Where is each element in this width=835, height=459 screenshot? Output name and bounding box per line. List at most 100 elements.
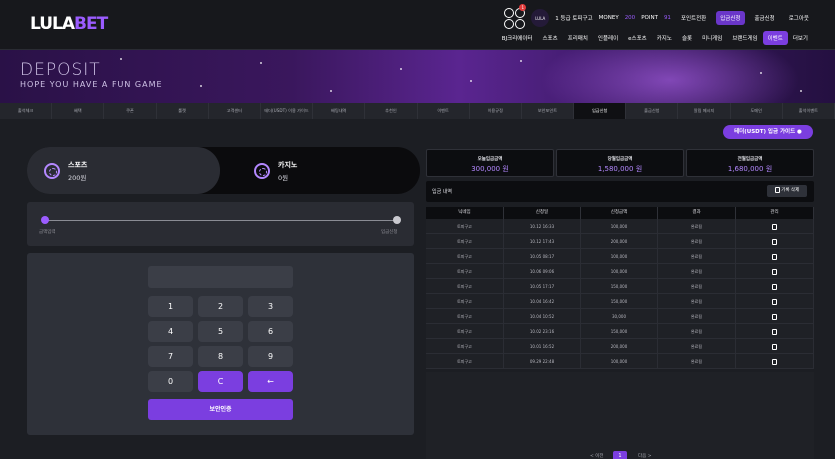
top-bar: 1 LULA 1 등급 토피구고 MONEY 200 POINT 91 포인트전…: [504, 3, 813, 29]
nav-brandgame[interactable]: 브랜드게임: [727, 31, 762, 45]
table-row: 토피구고 10.01 16:52 200,000 완료됨: [426, 339, 814, 354]
subnav-item[interactable]: 룰렛: [157, 103, 209, 119]
key-4[interactable]: 4: [148, 321, 193, 342]
table-cell: 완료됨: [658, 339, 736, 354]
delete-history-button[interactable]: 기록 삭제: [767, 185, 807, 197]
table-cell: 토피구고: [426, 249, 504, 264]
key-0[interactable]: 0: [148, 371, 193, 392]
subnav-item[interactable]: 추천인: [365, 103, 418, 119]
logout-button[interactable]: 로그아웃: [785, 11, 813, 25]
key-3[interactable]: 3: [248, 296, 293, 317]
nav-slot[interactable]: 슬롯: [677, 31, 697, 45]
site-logo[interactable]: LULABET: [30, 14, 108, 34]
delete-history-label: 기록 삭제: [781, 188, 800, 193]
receipt-icon[interactable]: [772, 254, 777, 260]
key-1[interactable]: 1: [148, 296, 193, 317]
row-manage-cell: [736, 294, 814, 309]
subnav-item[interactable]: 출석이벤트: [783, 103, 835, 119]
amount-display[interactable]: [148, 266, 293, 288]
wallet-tab-casino[interactable]: 카지노 0원: [237, 147, 417, 194]
table-row: 토피구고 10.05 08:17 100,000 완료됨: [426, 249, 814, 264]
receipt-icon[interactable]: [772, 239, 777, 245]
subnav-item[interactable]: 테더(USDT) 이용 가이드: [261, 103, 314, 119]
stat-today-title: 오늘입금금액: [477, 157, 503, 162]
table-cell: 30,000: [581, 309, 658, 324]
table-cell: 완료됨: [658, 234, 736, 249]
receipt-icon[interactable]: [772, 299, 777, 305]
receipt-icon[interactable]: [772, 224, 777, 230]
nav-more[interactable]: 더보기: [788, 31, 813, 45]
step-dot-pending: [393, 216, 401, 224]
casino-wallet-label: 카지노: [278, 160, 298, 169]
receipt-icon[interactable]: [772, 314, 777, 320]
receipt-icon[interactable]: [772, 359, 777, 365]
security-confirm-button[interactable]: 보안인증: [148, 399, 293, 420]
key-clear[interactable]: C: [198, 371, 243, 392]
table-row: 토피구고 10.02 23:16 150,000 완료됨: [426, 324, 814, 339]
subnav-item[interactable]: 고객센터: [209, 103, 261, 119]
subnav-item[interactable]: 도메인: [731, 103, 783, 119]
nav-minigame[interactable]: 미니게임: [697, 31, 727, 45]
receipt-icon[interactable]: [772, 329, 777, 335]
subnav-item[interactable]: 혜택: [52, 103, 105, 119]
deposit-button[interactable]: 입금신청: [716, 11, 745, 25]
row-manage-cell: [736, 324, 814, 339]
table-cell: 10.12 16:33: [504, 219, 581, 234]
key-7[interactable]: 7: [148, 346, 193, 367]
table-row: 토피구고 10.12 16:33 100,000 완료됨: [426, 219, 814, 234]
key-5[interactable]: 5: [198, 321, 243, 342]
prev-page-button[interactable]: < 이전: [590, 453, 603, 459]
table-cell: 토피구고: [426, 264, 504, 279]
money-value: 200: [624, 15, 636, 21]
nav-casino[interactable]: 카지노: [652, 31, 677, 45]
subnav-item[interactable]: 출금신청: [626, 103, 679, 119]
subnav-item[interactable]: 쿠폰: [104, 103, 157, 119]
wallet-selector: 스포츠 200원 카지노 0원: [27, 147, 420, 194]
nav-sports[interactable]: 스포츠: [537, 31, 562, 45]
subnav-item[interactable]: 배팅내역: [313, 103, 366, 119]
subnav-item[interactable]: 보안포인트: [522, 103, 575, 119]
subnav-item[interactable]: 알림 메시지: [678, 103, 731, 119]
key-2[interactable]: 2: [198, 296, 243, 317]
table-cell: 150,000: [581, 324, 658, 339]
next-page-button[interactable]: 다음 >: [638, 453, 651, 459]
table-cell: 100,000: [581, 249, 658, 264]
table-row: 토피구고 10.04 16:42 150,000 완료됨: [426, 294, 814, 309]
table-cell: 100,000: [581, 264, 658, 279]
col-date: 신청일: [504, 207, 581, 219]
receipt-icon[interactable]: [772, 344, 777, 350]
subnav-item[interactable]: 이벤트: [418, 103, 470, 119]
table-cell: 100,000: [581, 354, 658, 369]
table-cell: 100,000: [581, 219, 658, 234]
level-badge: LULA: [531, 9, 550, 27]
subnav-item-deposit[interactable]: 입금신청: [574, 103, 627, 119]
table-cell: 완료됨: [658, 294, 736, 309]
table-row: 토피구고 09.29 22:48 100,000 완료됨: [426, 354, 814, 369]
page-1-button[interactable]: 1: [613, 451, 627, 459]
nav-bj[interactable]: BJ크리에이터: [497, 31, 538, 45]
receipt-icon[interactable]: [772, 269, 777, 275]
table-cell: 10.04 16:42: [504, 294, 581, 309]
withdraw-button[interactable]: 출금신청: [751, 11, 779, 25]
key-6[interactable]: 6: [248, 321, 293, 342]
avatar-grid-icon[interactable]: 1: [504, 3, 527, 29]
subnav-item[interactable]: 이용규정: [470, 103, 522, 119]
key-backspace[interactable]: ←: [248, 371, 293, 392]
table-cell: 10.04 10:52: [504, 309, 581, 324]
key-8[interactable]: 8: [198, 346, 243, 367]
table-cell: 완료됨: [658, 249, 736, 264]
nav-event[interactable]: 이벤트: [762, 31, 788, 45]
main-nav: BJ크리에이터 스포츠 프리매치 인플레이 e스포츠 카지노 슬롯 미니게임 브…: [497, 31, 813, 45]
row-manage-cell: [736, 339, 814, 354]
nav-prematch[interactable]: 프리매치: [563, 31, 593, 45]
point-convert-button[interactable]: 포인트전환: [677, 11, 710, 25]
nav-inplay[interactable]: 인플레이: [593, 31, 623, 45]
usdt-guide-button[interactable]: 테더(USDT) 입금 가이드 ●: [723, 125, 813, 139]
subnav-item[interactable]: 출석체크: [0, 103, 53, 119]
nav-esports[interactable]: e스포츠: [623, 31, 652, 45]
row-manage-cell: [736, 309, 814, 324]
col-result: 결과: [658, 207, 736, 219]
key-9[interactable]: 9: [248, 346, 293, 367]
receipt-icon[interactable]: [772, 284, 777, 290]
wallet-tab-sports[interactable]: 스포츠 200원: [27, 147, 220, 194]
